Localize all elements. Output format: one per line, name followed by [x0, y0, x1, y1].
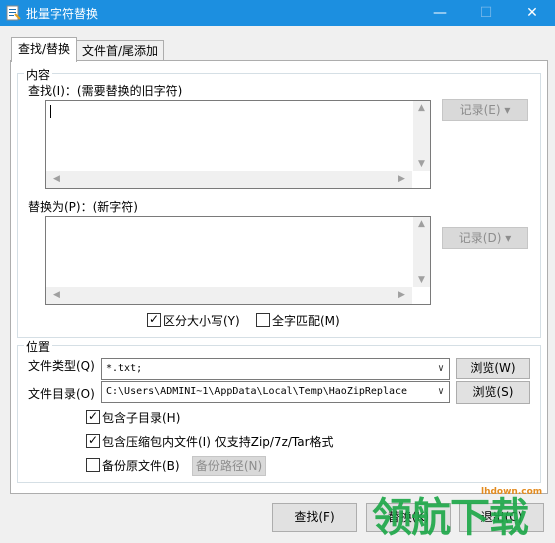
- scroll-down-arrow-icon[interactable]: ▼: [413, 275, 430, 285]
- replace-textarea[interactable]: ▲ ▼ ◀ ▶: [45, 216, 431, 305]
- file-dir-combobox[interactable]: C:\Users\ADMINI~1\AppData\Local\Temp\Hao…: [101, 381, 450, 403]
- chevron-down-icon[interactable]: ∨: [433, 382, 449, 402]
- replace-horizontal-scrollbar[interactable]: ◀ ▶: [46, 287, 412, 304]
- archives-checkbox[interactable]: ✓: [86, 433, 100, 448]
- watermark-url: lhdown.com: [481, 487, 543, 497]
- replace-history-button: 记录(D) ▾: [442, 227, 528, 249]
- window-title: 批量字符替换: [26, 7, 99, 21]
- find-vertical-scrollbar[interactable]: ▲ ▼: [413, 101, 430, 171]
- backup-path-button: 备份路径(N): [192, 456, 266, 476]
- browse-file-type-button[interactable]: 浏览(W): [456, 358, 530, 379]
- find-textarea[interactable]: ▲ ▼ ◀ ▶: [45, 100, 431, 189]
- scroll-right-arrow-icon[interactable]: ▶: [393, 174, 410, 184]
- subdirs-label[interactable]: 包含子目录(H): [102, 409, 180, 426]
- scroll-up-arrow-icon[interactable]: ▲: [413, 103, 430, 113]
- scroll-down-arrow-icon[interactable]: ▼: [413, 159, 430, 169]
- case-sensitive-label[interactable]: 区分大小写(Y): [163, 312, 240, 329]
- close-button[interactable]: ✕: [509, 0, 555, 26]
- replace-label: 替换为(P)：(新字符): [28, 200, 138, 214]
- case-sensitive-checkbox[interactable]: ✓: [147, 312, 161, 327]
- check-icon: ✓: [149, 312, 160, 326]
- whole-word-checkbox[interactable]: [256, 313, 270, 327]
- whole-word-label[interactable]: 全字匹配(M): [272, 312, 340, 329]
- find-horizontal-scrollbar[interactable]: ◀ ▶: [46, 171, 412, 188]
- file-type-value: *.txt;: [106, 363, 143, 374]
- file-type-label: 文件类型(Q): [28, 359, 95, 373]
- file-dir-label: 文件目录(O): [28, 387, 95, 401]
- backup-label[interactable]: 备份原文件(B): [102, 457, 180, 474]
- scroll-left-arrow-icon[interactable]: ◀: [48, 174, 65, 184]
- title-bar: 批量字符替换 — ☐ ✕: [0, 0, 555, 26]
- chevron-down-icon: ▾: [504, 103, 511, 117]
- check-icon: ✓: [88, 409, 99, 423]
- location-group-title: 位置: [24, 338, 53, 355]
- chevron-down-icon[interactable]: ∨: [433, 359, 449, 379]
- chevron-down-icon: ▾: [505, 231, 512, 245]
- maximize-button[interactable]: ☐: [463, 0, 509, 26]
- browse-dir-button[interactable]: 浏览(S): [456, 381, 530, 404]
- find-history-label: 记录(E): [459, 103, 501, 117]
- content-group-title: 内容: [24, 66, 53, 83]
- replace-vertical-scrollbar[interactable]: ▲ ▼: [413, 217, 430, 287]
- find-label: 查找(I)：(需要替换的旧字符): [28, 84, 183, 98]
- tab-file-head-tail[interactable]: 文件首/尾添加: [76, 40, 164, 61]
- tab-find-replace[interactable]: 查找/替换: [11, 37, 77, 62]
- file-type-combobox[interactable]: *.txt; ∨: [101, 358, 450, 380]
- find-button[interactable]: 查找(F): [272, 503, 357, 532]
- backup-checkbox[interactable]: [86, 458, 100, 472]
- file-dir-value: C:\Users\ADMINI~1\AppData\Local\Temp\Hao…: [106, 386, 408, 397]
- minimize-button[interactable]: —: [417, 0, 463, 26]
- app-icon: [6, 5, 21, 21]
- scroll-right-arrow-icon[interactable]: ▶: [393, 290, 410, 300]
- scroll-up-arrow-icon[interactable]: ▲: [413, 219, 430, 229]
- scroll-left-arrow-icon[interactable]: ◀: [48, 290, 65, 300]
- check-icon: ✓: [88, 433, 99, 447]
- replace-history-label: 记录(D): [458, 231, 502, 245]
- text-cursor: [50, 105, 51, 118]
- archives-label[interactable]: 包含压缩包内文件(I) 仅支持Zip/7z/Tar格式: [102, 433, 334, 450]
- subdirs-checkbox[interactable]: ✓: [86, 409, 100, 424]
- find-history-button: 记录(E) ▾: [442, 99, 528, 121]
